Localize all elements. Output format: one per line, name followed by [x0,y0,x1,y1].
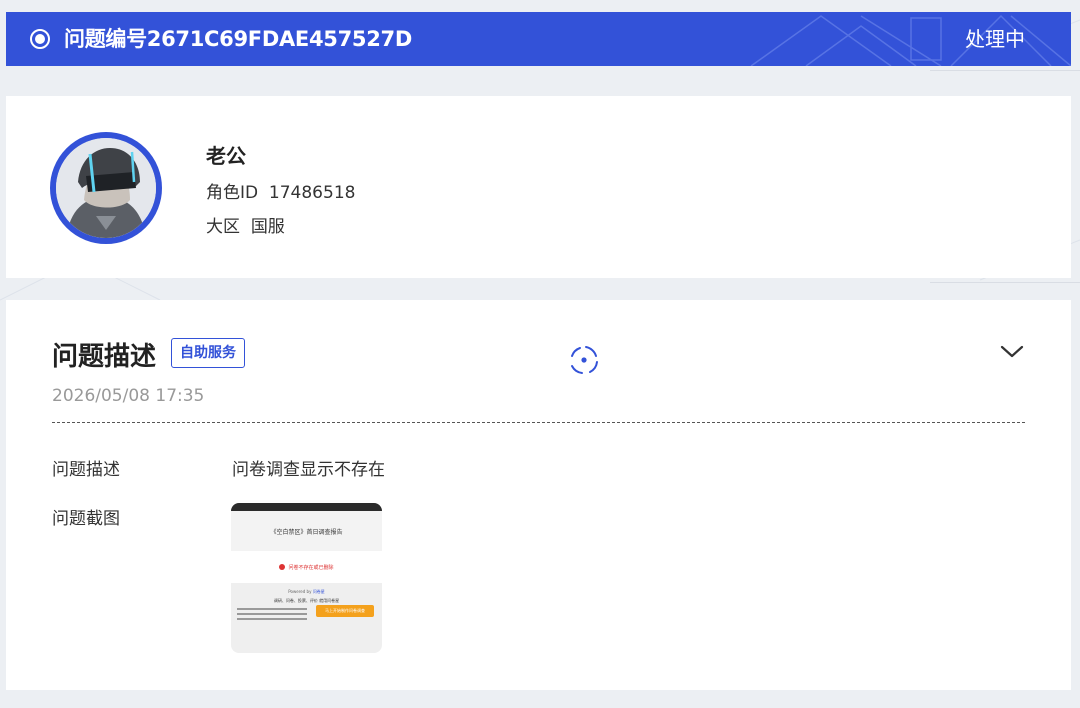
self-service-tag: 自助服务 [171,338,245,368]
radio-dot-icon [30,29,50,49]
player-profile-card: 老公 角色ID 17486518 大区 国服 [6,96,1071,278]
region-value: 国服 [250,217,285,237]
thumb-create-survey-button: 马上开始制作问卷调查 [316,605,374,617]
error-icon [279,564,286,570]
thumb-powered-by: Powered by 问卷星 [231,589,382,595]
screenshot-label: 问题截图 [52,509,120,529]
issue-date: 2026/05/08 17:35 [52,386,205,406]
issue-detail-card: 问题描述 自助服务 2026/05/08 17:35 问题描述 问卷调查显示不存… [6,300,1071,690]
thumb-error-row: 问卷不存在或已删除 [231,551,382,583]
description-value: 问卷调查显示不存在 [232,460,385,480]
description-label: 问题描述 [52,460,120,480]
thumb-meta-lines [237,608,307,623]
thumb-heading: 《空白禁区》首日调查报告 [231,511,382,551]
issue-section-title: 问题描述 [52,342,157,372]
region-row: 大区 国服 [206,212,285,237]
region-label: 大区 [206,217,240,237]
issue-number-title: 问题编号2671C69FDAE457527D [64,27,412,51]
user-avatar [50,132,162,244]
thumb-powered-text: Powered by [288,589,312,594]
issue-screenshot-thumbnail[interactable]: 《空白禁区》首日调查报告 问卷不存在或已删除 Powered by 问卷星 调研… [231,503,382,653]
status-label: 处理中 [965,27,1025,51]
spinner-icon [571,346,598,374]
issue-header-bar: 问题编号2671C69FDAE457527D 处理中 [6,12,1071,66]
thumb-footer: Powered by 问卷星 调研、问卷、投票、评价 就用问卷星 马上开始制作问… [231,583,382,653]
role-id-row: 角色ID 17486518 [206,178,355,203]
role-id-value: 17486518 [268,183,356,203]
role-id-label: 角色ID [206,183,259,203]
avatar-illustration [56,138,156,238]
thumb-status-bar [231,503,382,511]
divider [52,422,1025,423]
chevron-down-icon[interactable] [999,340,1025,362]
thumb-powered-link: 问卷星 [312,589,325,594]
player-name: 老公 [206,144,246,168]
thumb-footer-text: 调研、问卷、投票、评价 就用问卷星 [273,598,340,603]
thumb-error-text: 问卷不存在或已删除 [288,564,334,571]
